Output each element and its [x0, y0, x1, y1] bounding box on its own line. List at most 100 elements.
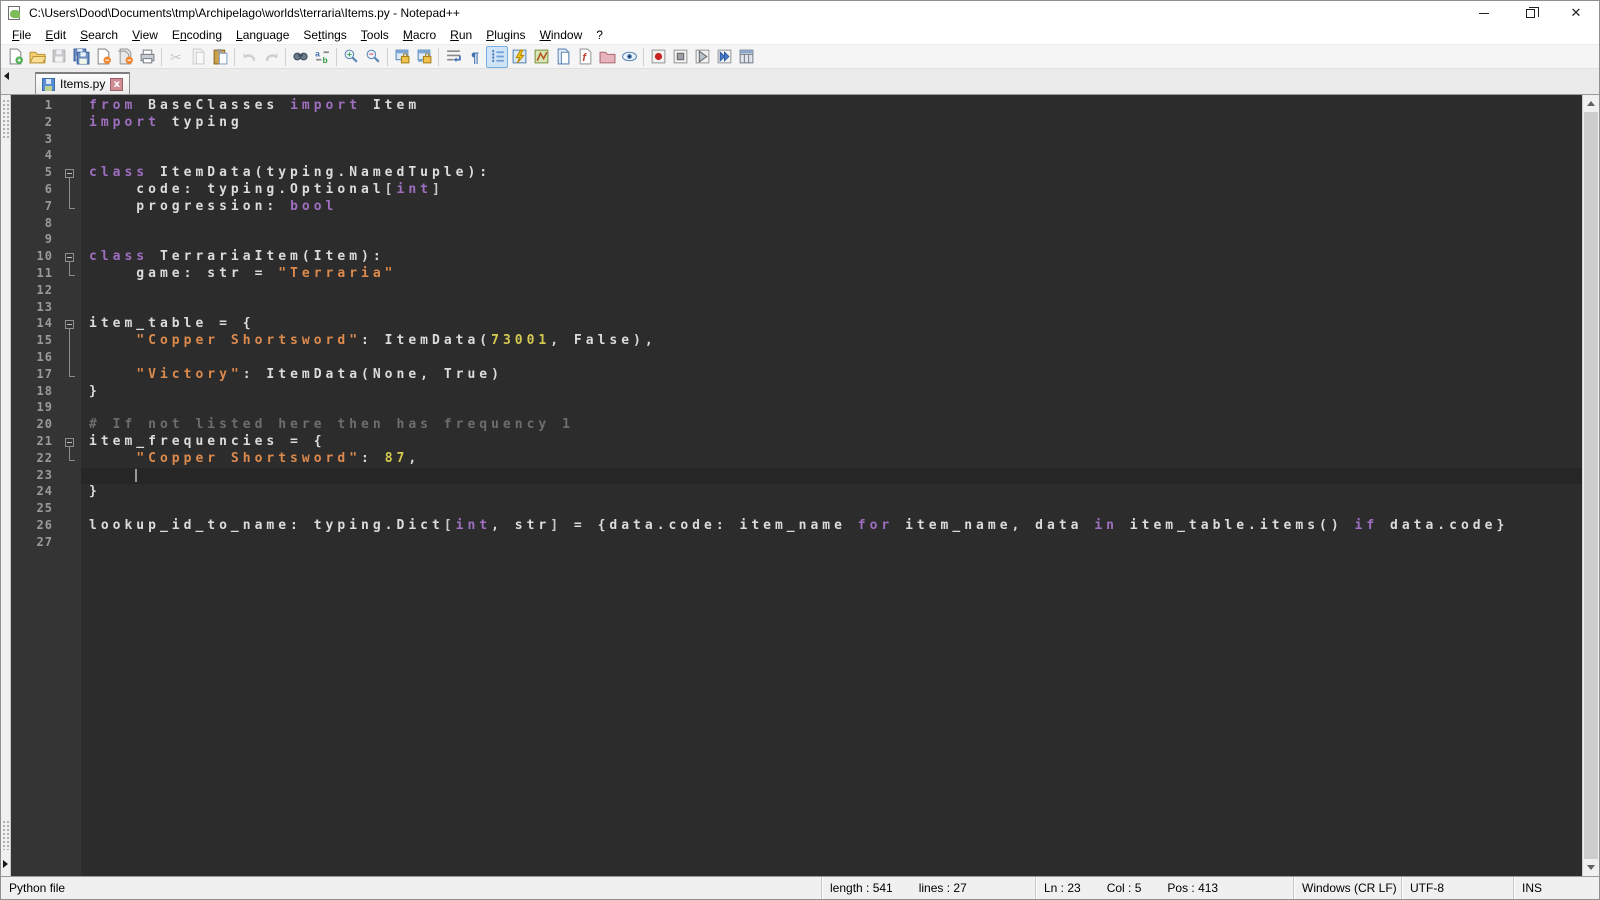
code-line-12[interactable]	[81, 283, 1582, 300]
document-list-icon[interactable]	[552, 46, 574, 68]
sync-vertical-icon[interactable]	[391, 46, 413, 68]
close-file-icon[interactable]	[92, 46, 114, 68]
menu-search[interactable]: Search	[73, 26, 125, 44]
word-wrap-icon[interactable]	[442, 46, 464, 68]
code-line-11[interactable]: game: str = "Terraria"	[81, 266, 1582, 283]
code-line-4[interactable]	[81, 148, 1582, 165]
redo-icon[interactable]	[260, 46, 282, 68]
code-text-area[interactable]: from BaseClasses import Itemimport typin…	[81, 95, 1582, 876]
save-file-icon[interactable]	[48, 46, 70, 68]
macro-save-icon[interactable]	[735, 46, 757, 68]
status-eol-format[interactable]: Windows (CR LF)	[1293, 877, 1401, 899]
code-line-2[interactable]: import typing	[81, 115, 1582, 132]
run-lightning-icon[interactable]	[508, 46, 530, 68]
menu-view[interactable]: View	[125, 26, 165, 44]
code-line-7[interactable]: progression: bool	[81, 199, 1582, 216]
menu-settings[interactable]: Settings	[296, 26, 353, 44]
macro-stop-icon[interactable]	[669, 46, 691, 68]
code-line-10[interactable]: class TerrariaItem(Item):	[81, 249, 1582, 266]
tab-scroll-left-icon[interactable]	[1, 69, 11, 94]
menu-run[interactable]: Run	[443, 26, 479, 44]
fold-marker-start[interactable]	[61, 249, 81, 266]
new-file-icon[interactable]	[4, 46, 26, 68]
dock-grip-top	[2, 99, 10, 139]
menu-help[interactable]: ?	[589, 26, 610, 44]
code-line-18[interactable]: }	[81, 384, 1582, 401]
fold-marker-start[interactable]	[61, 316, 81, 333]
cut-icon[interactable]: ✂	[165, 46, 187, 68]
fold-marker-start[interactable]	[61, 165, 81, 182]
replace-icon[interactable]: ab	[311, 46, 333, 68]
restore-button[interactable]	[1507, 1, 1553, 25]
minimize-button[interactable]	[1461, 1, 1507, 25]
code-line-1[interactable]: from BaseClasses import Item	[81, 98, 1582, 115]
code-line-13[interactable]	[81, 300, 1582, 317]
function-list-icon[interactable]: f	[574, 46, 596, 68]
close-all-icon[interactable]	[114, 46, 136, 68]
menu-plugins[interactable]: Plugins	[479, 26, 532, 44]
menu-edit[interactable]: Edit	[38, 26, 73, 44]
status-col: Col : 5	[1107, 881, 1142, 895]
show-all-characters-icon[interactable]: ¶	[464, 46, 486, 68]
paste-icon[interactable]	[209, 46, 231, 68]
indent-guide-icon[interactable]	[486, 46, 508, 68]
fold-margin[interactable]	[61, 95, 81, 876]
code-line-9[interactable]	[81, 232, 1582, 249]
line-number: 16	[11, 350, 61, 367]
code-editor[interactable]: 1234567891011121314151617181920212223242…	[11, 95, 1599, 876]
toolbar-separator	[234, 48, 235, 66]
zoom-in-icon[interactable]: +	[340, 46, 362, 68]
code-line-8[interactable]	[81, 216, 1582, 233]
menu-tools[interactable]: Tools	[354, 26, 396, 44]
code-line-19[interactable]	[81, 400, 1582, 417]
sync-horizontal-icon[interactable]	[413, 46, 435, 68]
code-line-26[interactable]: lookup_id_to_name: typing.Dict[int, str]…	[81, 518, 1582, 535]
status-insert-mode[interactable]: INS	[1513, 877, 1599, 899]
dock-splitter[interactable]	[1, 95, 11, 876]
code-line-3[interactable]	[81, 132, 1582, 149]
status-encoding[interactable]: UTF-8	[1401, 877, 1513, 899]
menu-macro[interactable]: Macro	[396, 26, 443, 44]
menu-file[interactable]: File	[5, 26, 38, 44]
undo-icon[interactable]	[238, 46, 260, 68]
open-file-icon[interactable]	[26, 46, 48, 68]
code-line-24[interactable]: }	[81, 484, 1582, 501]
scrollbar-thumb[interactable]	[1584, 112, 1598, 859]
code-line-20[interactable]: # If not listed here then has frequency …	[81, 417, 1582, 434]
code-line-21[interactable]: item_frequencies = {	[81, 434, 1582, 451]
print-icon[interactable]	[136, 46, 158, 68]
code-line-17[interactable]: "Victory": ItemData(None, True)	[81, 367, 1582, 384]
close-button[interactable]: ✕	[1553, 1, 1599, 25]
tab-close-icon[interactable]: x	[110, 78, 123, 91]
scroll-up-icon[interactable]	[1583, 95, 1599, 112]
code-line-5[interactable]: class ItemData(typing.NamedTuple):	[81, 165, 1582, 182]
menu-language[interactable]: Language	[229, 26, 296, 44]
macro-play-icon[interactable]	[691, 46, 713, 68]
zoom-out-icon[interactable]: −	[362, 46, 384, 68]
macro-record-icon[interactable]	[647, 46, 669, 68]
macro-run-multiple-icon[interactable]	[713, 46, 735, 68]
monitoring-icon[interactable]	[618, 46, 640, 68]
code-line-15[interactable]: "Copper Shortsword": ItemData(73001, Fal…	[81, 333, 1582, 350]
vertical-scrollbar[interactable]	[1582, 95, 1599, 876]
folder-workspace-icon[interactable]	[596, 46, 618, 68]
code-line-6[interactable]: code: typing.Optional[int]	[81, 182, 1582, 199]
fold-marker-start[interactable]	[61, 434, 81, 451]
scroll-down-icon[interactable]	[1583, 859, 1599, 876]
copy-icon[interactable]	[187, 46, 209, 68]
document-map-icon[interactable]	[530, 46, 552, 68]
menu-encoding[interactable]: Encoding	[165, 26, 229, 44]
menu-window[interactable]: Window	[533, 26, 590, 44]
code-line-23[interactable]	[81, 468, 1582, 485]
tab-items-py[interactable]: Items.py x	[35, 72, 130, 94]
code-line-25[interactable]	[81, 501, 1582, 518]
code-line-16[interactable]	[81, 350, 1582, 367]
code-line-14[interactable]: item_table = {	[81, 316, 1582, 333]
code-line-27[interactable]	[81, 535, 1582, 552]
find-icon[interactable]	[289, 46, 311, 68]
code-line-22[interactable]: "Copper Shortsword": 87,	[81, 451, 1582, 468]
dock-arrow-icon[interactable]	[3, 860, 8, 868]
fold-marker-end	[61, 367, 81, 384]
save-all-icon[interactable]	[70, 46, 92, 68]
app-icon	[7, 5, 23, 21]
